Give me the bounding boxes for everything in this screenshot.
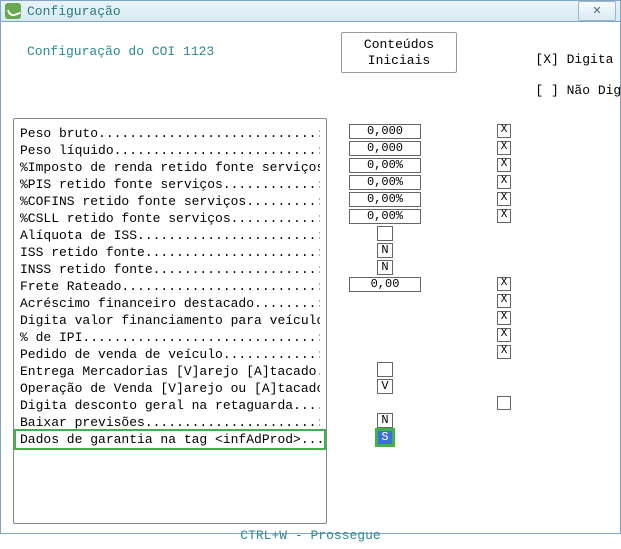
col-header-legend: [X] Digita [ ] Não Digita bbox=[473, 30, 593, 114]
value-input[interactable]: N bbox=[377, 260, 393, 275]
value-input[interactable]: 0,000 bbox=[349, 124, 421, 139]
field-label: Operação de Venda [V]arejo ou [A]tacado: bbox=[20, 380, 320, 397]
field-label: %PIS retido fonte serviços............: bbox=[20, 176, 320, 193]
col-header-conteudos-l2: Iniciais bbox=[368, 53, 430, 68]
field-label: Alíquota de ISS.......................: bbox=[20, 227, 320, 244]
digita-checkbox[interactable]: X bbox=[497, 175, 511, 189]
field-label: INSS retido fonte.....................: bbox=[20, 261, 320, 278]
value-input[interactable]: V bbox=[377, 379, 393, 394]
close-icon: ✕ bbox=[592, 4, 601, 18]
values-column: 0,0000,0000,00%0,00%0,00%0,00%NN0,00VNS bbox=[327, 118, 443, 524]
digita-checkbox[interactable]: X bbox=[497, 294, 511, 308]
field-label: ISS retido fonte......................: bbox=[20, 244, 320, 261]
digita-checkbox[interactable]: X bbox=[497, 124, 511, 138]
field-label: % de IPI..............................: bbox=[20, 329, 320, 346]
value-input[interactable]: S bbox=[377, 430, 393, 445]
window-title: Configuração bbox=[27, 4, 578, 19]
field-label: Pedido de venda de veículo............: bbox=[20, 346, 320, 363]
config-window: Configuração ✕ Configuração do COI 1123 … bbox=[0, 0, 621, 534]
grid: Peso bruto............................:P… bbox=[13, 118, 608, 524]
value-input[interactable]: 0,00% bbox=[349, 175, 421, 190]
digita-checkbox[interactable]: X bbox=[497, 209, 511, 223]
field-label: %Imposto de renda retido fonte serviços: bbox=[20, 159, 320, 176]
digita-checkbox[interactable]: X bbox=[497, 192, 511, 206]
col-header-conteudos: Conteúdos Iniciais bbox=[341, 32, 457, 73]
digita-checkbox[interactable]: X bbox=[497, 277, 511, 291]
field-label: %COFINS retido fonte serviços.........: bbox=[20, 193, 320, 210]
digita-checkbox[interactable]: X bbox=[497, 311, 511, 325]
field-label: Frete Rateado.........................: bbox=[20, 278, 320, 295]
value-input[interactable]: 0,00% bbox=[349, 158, 421, 173]
value-input[interactable]: N bbox=[377, 243, 393, 258]
value-input[interactable]: 0,00 bbox=[349, 277, 421, 292]
page-title: Configuração do COI 1123 bbox=[13, 30, 341, 59]
field-label: Acréscimo financeiro destacado........: bbox=[20, 295, 320, 312]
digita-checkbox[interactable] bbox=[497, 396, 511, 410]
value-input[interactable]: 0,000 bbox=[349, 141, 421, 156]
field-label: Digita desconto geral na retaguarda....: bbox=[20, 397, 320, 414]
field-label: Peso bruto............................: bbox=[20, 125, 320, 142]
labels-box: Peso bruto............................:P… bbox=[13, 118, 327, 524]
legend-digita: [X] Digita bbox=[535, 52, 613, 67]
value-input[interactable]: 0,00% bbox=[349, 192, 421, 207]
field-label: Digita valor financiamento para veículo: bbox=[20, 312, 320, 329]
footer-hint: CTRL+W - Prossegue bbox=[13, 524, 608, 549]
flags-column: XXXXXXXXXXX bbox=[459, 118, 579, 524]
value-input[interactable]: N bbox=[377, 413, 393, 428]
col-header-conteudos-l1: Conteúdos bbox=[364, 37, 434, 52]
digita-checkbox[interactable]: X bbox=[497, 345, 511, 359]
field-label: Dados de garantia na tag <infAdProd>...: bbox=[14, 429, 326, 450]
app-icon bbox=[5, 3, 21, 19]
header-row: Configuração do COI 1123 Conteúdos Inici… bbox=[13, 30, 608, 114]
field-label: %CSLL retido fonte serviços...........: bbox=[20, 210, 320, 227]
value-input[interactable]: 0,00% bbox=[349, 209, 421, 224]
digita-checkbox[interactable]: X bbox=[497, 328, 511, 342]
field-label: Baixar previsões......................: bbox=[20, 414, 320, 431]
client-area: Configuração do COI 1123 Conteúdos Inici… bbox=[1, 22, 620, 549]
titlebar: Configuração ✕ bbox=[1, 1, 620, 22]
close-button[interactable]: ✕ bbox=[578, 1, 616, 21]
digita-checkbox[interactable]: X bbox=[497, 158, 511, 172]
value-input[interactable] bbox=[377, 362, 393, 377]
legend-nao-digita: [ ] Não Digita bbox=[535, 83, 621, 98]
field-label: Peso líquido..........................: bbox=[20, 142, 320, 159]
field-label: Entrega Mercadorias [V]arejo [A]tacado.: bbox=[20, 363, 320, 380]
value-input[interactable] bbox=[377, 226, 393, 241]
digita-checkbox[interactable]: X bbox=[497, 141, 511, 155]
